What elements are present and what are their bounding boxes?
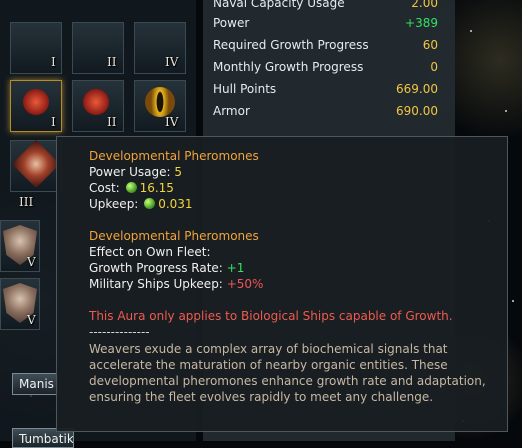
stat-label: Required Growth Progress (213, 38, 369, 52)
description-text: Weavers exude a complex array of biochem… (89, 342, 486, 404)
food-orb-icon (125, 182, 137, 193)
star (470, 30, 472, 32)
part-slot[interactable]: I (10, 22, 62, 74)
part-slot[interactable]: IV (134, 80, 186, 132)
stat-value: 0 (430, 60, 438, 74)
stat-value: 690.00 (396, 104, 438, 118)
part-slot[interactable]: II (72, 80, 124, 132)
stat-row: Monthly Growth Progress 0 (213, 56, 438, 78)
stat-value: 669.00 (396, 82, 438, 96)
growth-rate-line: Growth Progress Rate: +1 (89, 260, 244, 276)
part-slot[interactable]: II (72, 22, 124, 74)
stat-label: Naval Capacity Usage (213, 0, 345, 10)
stat-label: Monthly Growth Progress (213, 60, 364, 74)
separator: -------------- (89, 325, 150, 339)
power-usage-value: 5 (174, 165, 182, 179)
military-upkeep-label: Military Ships Upkeep: (89, 277, 223, 291)
upkeep-value: 0.031 (158, 197, 193, 211)
part-tier-label: IV (165, 55, 179, 69)
military-upkeep-line: Military Ships Upkeep: +50% (89, 276, 263, 292)
part-tier-label: V (27, 313, 36, 327)
part-tier-label: II (107, 115, 117, 129)
part-tier-label: III (19, 195, 34, 209)
ship-name-button[interactable]: Manis De (12, 373, 58, 395)
upkeep-label: Upkeep: (89, 197, 139, 211)
part-tier-label: V (27, 255, 36, 269)
pheromone-orb-icon (83, 89, 109, 115)
star (512, 300, 514, 302)
part-slot[interactable]: V (0, 220, 40, 272)
power-usage-label: Power Usage: (89, 165, 171, 179)
part-tier-label: II (107, 55, 117, 69)
component-tooltip: Developmental Pheromones Power Usage: 5 … (56, 136, 508, 432)
growth-rate-label: Growth Progress Rate: (89, 261, 223, 275)
crest-icon (11, 139, 61, 189)
part-tier-label: IV (165, 115, 179, 129)
cost-value: 16.15 (139, 181, 174, 195)
pheromone-orb-icon (23, 89, 49, 115)
tooltip-title: Developmental Pheromones (89, 149, 259, 163)
cost-line: Cost: 16.15 (89, 180, 174, 196)
stat-value: 60 (422, 38, 438, 52)
part-tier-label: I (51, 55, 56, 69)
stat-value: +389 (405, 16, 438, 30)
effect-label: Effect on Own Fleet: (89, 245, 211, 259)
stat-row: Required Growth Progress 60 (213, 34, 438, 56)
stat-label: Power (213, 16, 250, 30)
aura-warning: This Aura only applies to Biological Shi… (89, 309, 453, 323)
growth-rate-value: +1 (226, 261, 245, 275)
food-orb-icon (144, 198, 156, 209)
stat-row: Power +389 (213, 12, 438, 34)
eye-icon (145, 87, 175, 117)
star (505, 110, 507, 112)
cost-label: Cost: (89, 181, 120, 195)
power-usage-line: Power Usage: 5 (89, 164, 182, 180)
stat-row: Hull Points 669.00 (213, 78, 438, 100)
part-slot-selected[interactable]: I (10, 80, 62, 132)
military-upkeep-value: +50% (226, 277, 264, 291)
part-tier-label: I (51, 115, 56, 129)
part-slot[interactable]: III (10, 139, 62, 209)
upkeep-line: Upkeep: 0.031 (89, 196, 193, 212)
stat-label: Hull Points (213, 82, 277, 96)
part-slot[interactable]: V (0, 278, 40, 330)
tooltip-subtitle: Developmental Pheromones (89, 229, 259, 243)
stat-row: Armor 690.00 (213, 100, 438, 122)
part-slot[interactable]: IV (134, 22, 186, 74)
stat-label: Armor (213, 104, 250, 118)
